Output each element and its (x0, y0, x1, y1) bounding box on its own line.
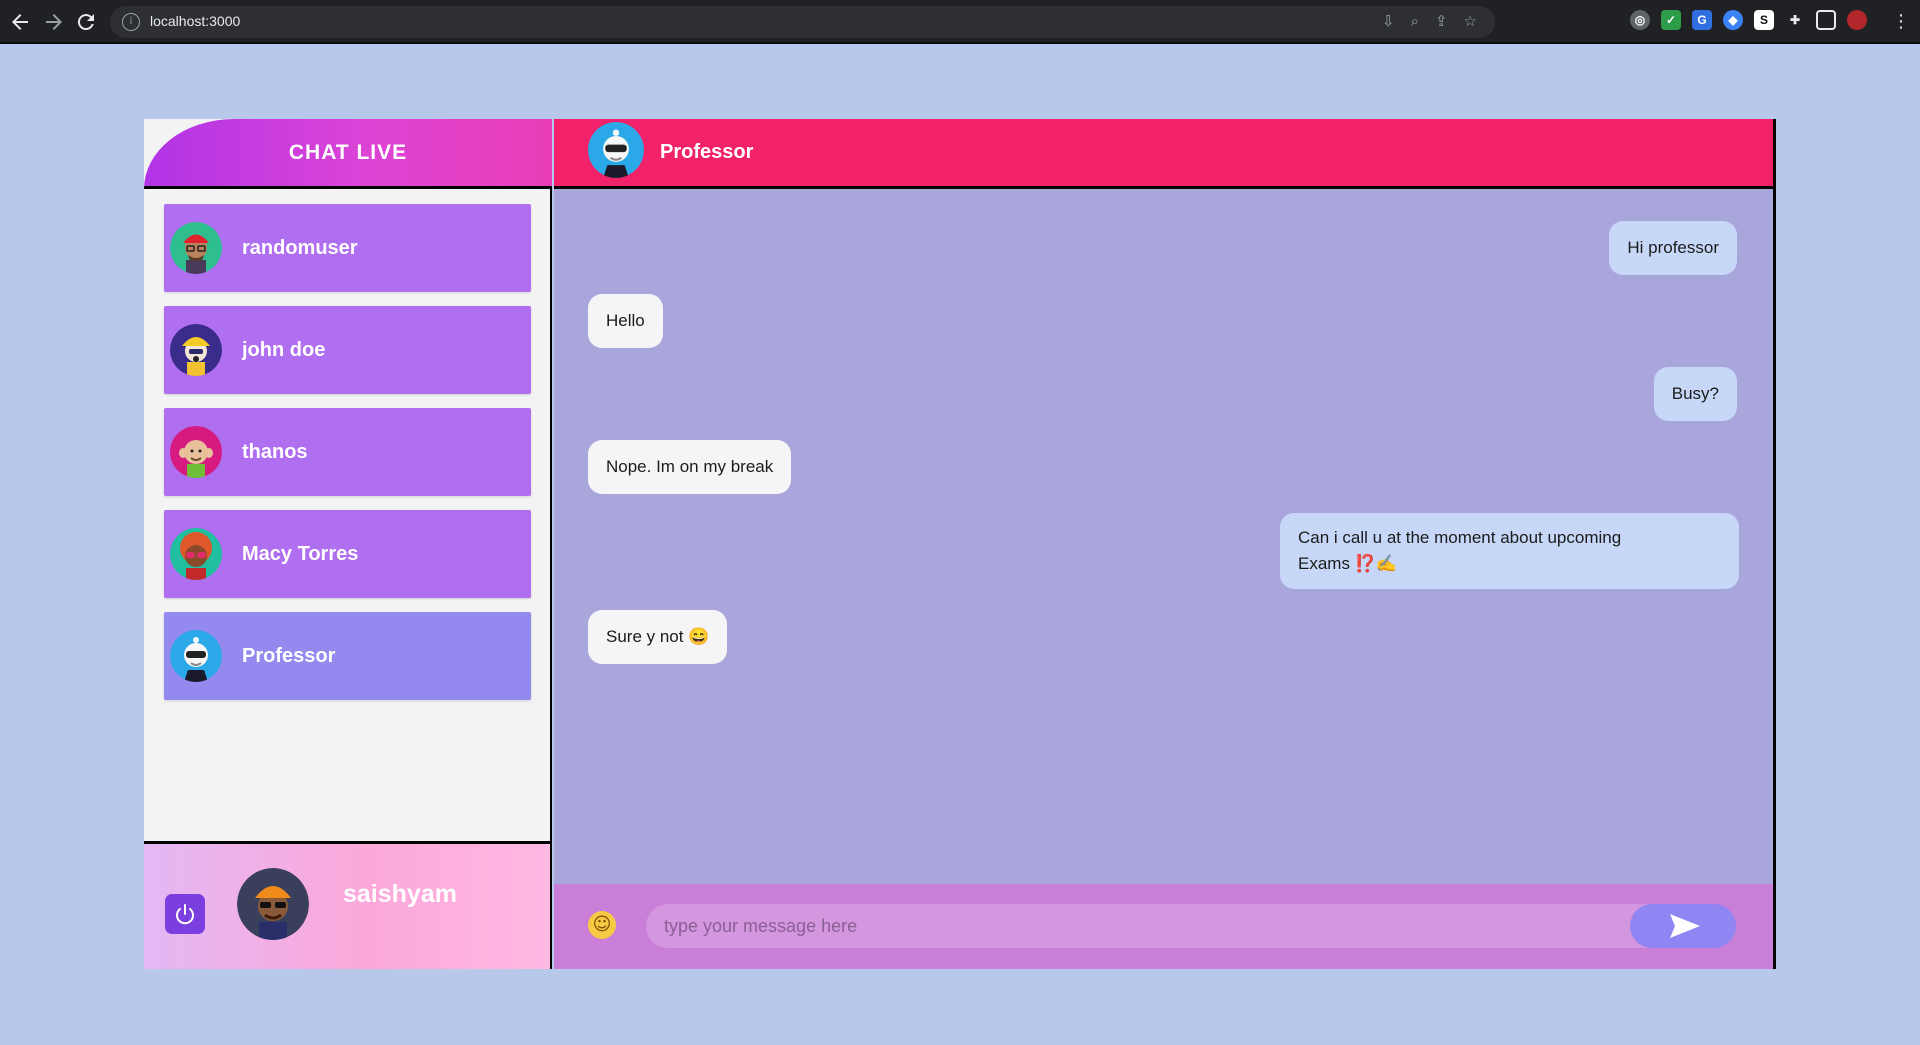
chat-partner-name: Professor (660, 141, 754, 163)
message-incoming: Nope. Im on my break (588, 440, 792, 494)
power-icon (176, 904, 194, 925)
contact-name: Professor (242, 645, 336, 667)
logout-button[interactable] (165, 894, 205, 934)
sidebar: CHAT LIVE randomuser john doe thanos Mac… (144, 119, 552, 969)
send-icon (1670, 914, 1700, 938)
forward-icon[interactable] (42, 10, 66, 34)
reload-icon[interactable] (74, 10, 98, 34)
bald-elder-avatar (170, 426, 222, 478)
browser-toolbar: i localhost:3000 ⇩ ⌕ ⇪ ☆ ◎ ✓ G ◆ S ✚ ⋮ (0, 0, 1920, 44)
message-list: Hi professor Hello Busy? Nope. Im on my … (554, 192, 1773, 804)
puzzle-extensions-icon[interactable]: ✚ (1785, 10, 1805, 30)
url-text: localhost:3000 (150, 13, 241, 29)
contact-name: thanos (242, 441, 308, 463)
message-outgoing: Busy? (1653, 367, 1737, 421)
share-icon[interactable]: ⇪ (1435, 12, 1448, 30)
current-username: saishyam (343, 880, 457, 908)
brand-header: CHAT LIVE (144, 119, 552, 189)
message-outgoing: Can i call u at the moment about upcomin… (1280, 513, 1739, 589)
install-app-icon[interactable]: ⇩ (1382, 12, 1395, 30)
smiley-icon[interactable]: ☺ (588, 911, 616, 939)
contact-name: john doe (242, 339, 326, 361)
contact-item-thanos[interactable]: thanos (164, 408, 531, 496)
zoom-icon[interactable]: ⌕ (1411, 12, 1419, 30)
shield-extension-icon[interactable]: ✓ (1661, 10, 1681, 30)
contact-name: Macy Torres (242, 543, 359, 565)
side-panel-icon[interactable] (1816, 10, 1836, 30)
translate-extension-icon[interactable]: G (1692, 10, 1712, 30)
bookmark-star-icon[interactable]: ☆ (1464, 12, 1477, 30)
address-bar[interactable]: i localhost:3000 ⇩ ⌕ ⇪ ☆ (110, 6, 1495, 38)
contact-item-macy-torres[interactable]: Macy Torres (164, 510, 531, 598)
back-icon[interactable] (8, 10, 32, 34)
contact-list: randomuser john doe thanos Macy Torres P… (164, 204, 531, 714)
s-extension-icon[interactable]: S (1754, 10, 1774, 30)
app-title: CHAT LIVE (288, 141, 408, 164)
red-glasses-avatar (170, 528, 222, 580)
site-info-icon[interactable]: i (122, 13, 140, 31)
professor-avatar (170, 630, 222, 682)
chat-panel: Professor Hi professor Hello Busy? Nope.… (554, 119, 1776, 969)
message-line: Can i call u at the moment about upcomin… (1298, 528, 1622, 547)
globe-extension-icon[interactable]: ◎ (1630, 10, 1650, 30)
hard-hat-avatar (170, 324, 222, 376)
contact-name: randomuser (242, 237, 358, 259)
message-incoming: Hello (588, 294, 663, 348)
message-line: Exams ⁉️✍️ (1298, 554, 1398, 573)
message-outgoing: Hi professor (1609, 221, 1737, 275)
message-input[interactable] (646, 904, 1736, 948)
contact-item-randomuser[interactable]: randomuser (164, 204, 531, 292)
professor-avatar (588, 122, 644, 178)
red-cap-avatar (170, 222, 222, 274)
chat-app: CHAT LIVE randomuser john doe thanos Mac… (144, 119, 1776, 969)
turban-sunglasses-avatar (237, 868, 309, 940)
profile-avatar-icon[interactable] (1847, 10, 1867, 30)
current-user-panel: saishyam (144, 841, 550, 969)
dropbox-extension-icon[interactable]: ◆ (1723, 10, 1743, 30)
more-vertical-icon[interactable]: ⋮ (1892, 10, 1910, 34)
contact-item-professor[interactable]: Professor (164, 612, 531, 700)
message-incoming: Sure y not 😄 (588, 610, 728, 664)
chat-header: Professor (554, 119, 1773, 189)
send-button[interactable] (1630, 904, 1736, 948)
contact-item-john-doe[interactable]: john doe (164, 306, 531, 394)
message-composer: ☺ (554, 884, 1773, 969)
